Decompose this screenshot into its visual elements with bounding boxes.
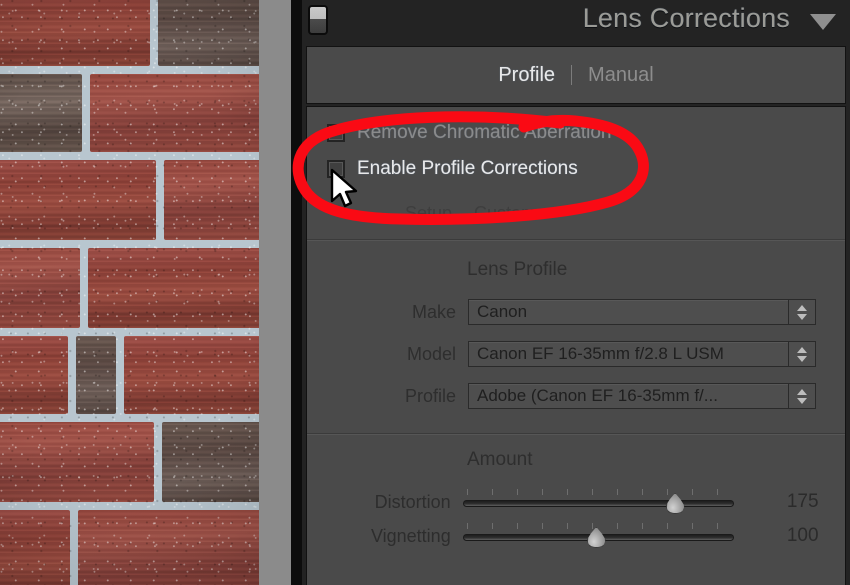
field-make[interactable]: Canon <box>468 299 816 325</box>
field-value-profile: Adobe (Canon EF 16-35mm f/... <box>469 386 788 406</box>
slider-label-distortion: Distortion <box>307 492 463 513</box>
stepper-down-icon[interactable] <box>797 356 807 362</box>
slider-distortion[interactable] <box>463 487 735 517</box>
field-row-profile: Profile Adobe (Canon EF 16-35mm f/... <box>307 383 845 409</box>
slider-row-distortion: Distortion 175 <box>307 487 845 517</box>
section-divider <box>307 239 845 241</box>
slider-thumb-vignetting[interactable] <box>587 527 606 548</box>
slider-thumb-distortion[interactable] <box>666 493 685 514</box>
setup-label: Setup <box>405 203 452 224</box>
slider-row-vignetting: Vignetting 100 <box>307 521 845 551</box>
stepper-up-icon[interactable] <box>797 389 807 395</box>
mouse-cursor <box>329 168 363 214</box>
field-label-model: Model <box>307 344 468 365</box>
field-profile[interactable]: Adobe (Canon EF 16-35mm f/... <box>468 383 816 409</box>
setup-row[interactable]: Setup Custom <box>405 203 558 224</box>
section-title-amount: Amount <box>467 449 532 471</box>
panel-switch-icon[interactable] <box>308 5 328 35</box>
field-label-profile: Profile <box>307 386 468 407</box>
field-model[interactable]: Canon EF 16-35mm f/2.8 L USM <box>468 341 816 367</box>
slider-track[interactable] <box>463 500 735 507</box>
brick-wall-image <box>0 0 259 585</box>
field-value-model: Canon EF 16-35mm f/2.8 L USM <box>469 344 788 364</box>
chevron-down-icon[interactable] <box>810 14 836 30</box>
panel-header: Lens Corrections <box>302 0 850 46</box>
tab-bar: Profile Manual <box>306 46 846 104</box>
field-row-make: Make Canon <box>307 299 845 325</box>
slider-value-vignetting[interactable]: 100 <box>760 525 845 547</box>
stepper-model[interactable] <box>788 342 815 366</box>
slider-ticks <box>467 489 731 495</box>
stepper-profile[interactable] <box>788 384 815 408</box>
lens-corrections-panel: Lens Corrections Profile Manual Remove C… <box>302 0 850 585</box>
slider-value-distortion[interactable]: 175 <box>760 491 845 513</box>
section-title-lens-profile: Lens Profile <box>467 259 567 281</box>
stepper-down-icon[interactable] <box>797 398 807 404</box>
page-title: Lens Corrections <box>583 3 790 34</box>
tab-manual[interactable]: Manual <box>572 64 670 87</box>
field-label-make: Make <box>307 302 468 323</box>
checkbox-row-enable-profile-corrections[interactable]: Enable Profile Corrections <box>327 158 578 180</box>
panel-edge-rail <box>291 0 302 585</box>
checkbox-remove-chromatic-aberration[interactable] <box>327 124 345 142</box>
slider-label-vignetting: Vignetting <box>307 526 463 547</box>
setup-value[interactable]: Custom <box>474 203 536 224</box>
caret-down-icon[interactable] <box>546 210 558 218</box>
stepper-up-icon[interactable] <box>797 347 807 353</box>
field-row-model: Model Canon EF 16-35mm f/2.8 L USM <box>307 341 845 367</box>
section-divider <box>307 433 845 435</box>
stepper-down-icon[interactable] <box>797 314 807 320</box>
tab-profile[interactable]: Profile <box>482 64 571 87</box>
panel-gutter <box>259 0 291 585</box>
arrow-pointer-icon <box>332 170 356 206</box>
checkbox-label-enable-profile-corrections: Enable Profile Corrections <box>357 158 578 180</box>
stepper-make[interactable] <box>788 300 815 324</box>
slider-vignetting[interactable] <box>463 521 735 551</box>
checkbox-row-remove-chromatic-aberration[interactable]: Remove Chromatic Aberration <box>327 122 612 144</box>
screenshot-root: Lens Corrections Profile Manual Remove C… <box>0 0 850 585</box>
checkbox-label-remove-chromatic-aberration: Remove Chromatic Aberration <box>357 122 612 144</box>
tab-separator <box>571 65 572 85</box>
stepper-up-icon[interactable] <box>797 305 807 311</box>
field-value-make: Canon <box>469 302 788 322</box>
panel-body: Remove Chromatic Aberration Enable Profi… <box>306 106 846 585</box>
photo-preview[interactable] <box>0 0 259 585</box>
